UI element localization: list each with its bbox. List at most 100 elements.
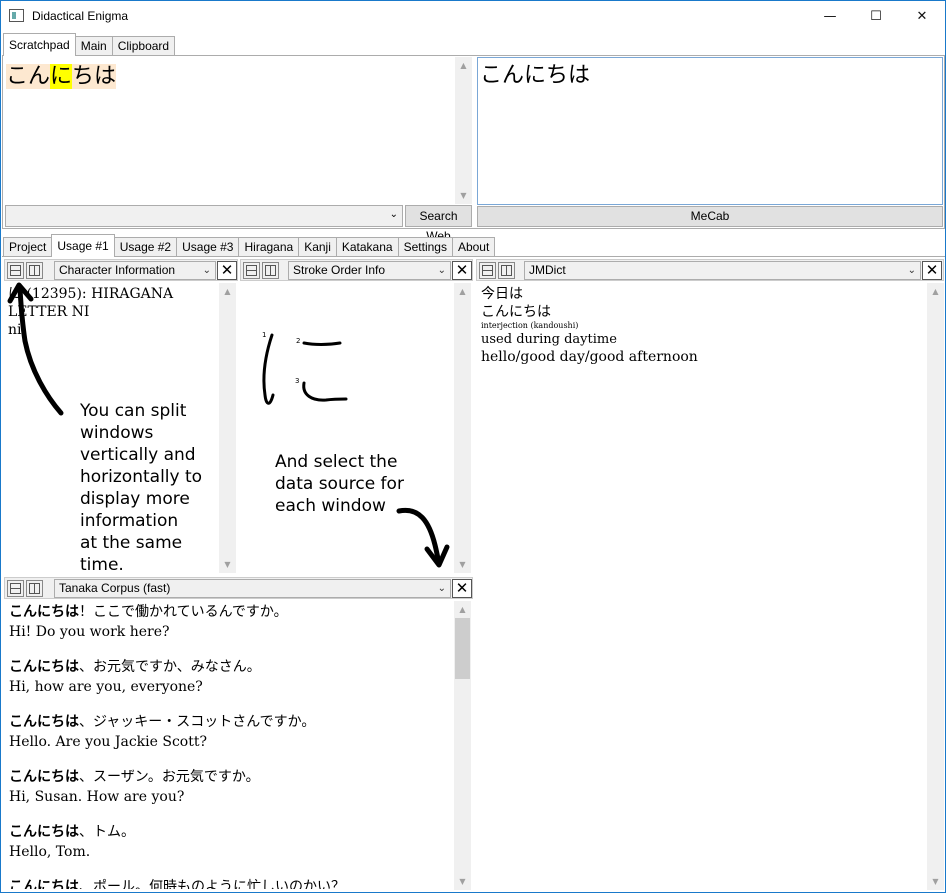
- split-horizontal-button[interactable]: [243, 262, 260, 279]
- tab-clipboard[interactable]: Clipboard: [111, 36, 176, 56]
- scroll-up-icon[interactable]: ▲: [927, 283, 944, 300]
- scroll-down-icon[interactable]: ▼: [454, 873, 471, 890]
- sentence-headword: こんにちは: [9, 879, 79, 889]
- app-window: Didactical Enigma — ☐ ✕ Scratchpad Main …: [0, 0, 946, 893]
- search-web-button[interactable]: Search Web: [405, 205, 472, 243]
- split-horizontal-button[interactable]: [7, 262, 24, 279]
- stroke-2: [302, 341, 342, 346]
- tab-usage-3[interactable]: Usage #3: [176, 237, 240, 257]
- scratchpad-text-before: こん: [6, 64, 51, 89]
- split-vertical-button[interactable]: [26, 580, 43, 597]
- split-horizontal-button[interactable]: [7, 580, 24, 597]
- tab-kanji[interactable]: Kanji: [298, 237, 337, 257]
- char-info-line: ni: [8, 322, 22, 338]
- jmdict-source-select[interactable]: JMDict ⌄: [524, 261, 921, 280]
- jmdict-scrollbar[interactable]: ▲ ▼: [927, 283, 944, 890]
- list-item: こんにちは、スーザン。お元気ですか。 Hi, Susan. How are yo…: [9, 768, 454, 823]
- jmdict-note: used during daytime: [481, 332, 617, 347]
- sentence-jp: 、トム。: [79, 824, 135, 840]
- stroke-order-toolbar: Stroke Order Info ⌄ ✕: [240, 259, 473, 281]
- char-info-source-select[interactable]: Character Information ⌄: [54, 261, 216, 280]
- sentence-en: Hello. Are you Jackie Scott?: [9, 734, 207, 750]
- tab-settings[interactable]: Settings: [397, 237, 453, 257]
- sentence-jp: ！ここで働かれているんですか。: [79, 604, 288, 620]
- close-window-button[interactable]: ✕: [899, 1, 945, 31]
- char-info-source: Character Information: [59, 263, 176, 277]
- char-info-line: LETTER NI: [8, 304, 90, 320]
- split-vertical-button[interactable]: [498, 262, 515, 279]
- stroke-number: 2: [296, 337, 300, 345]
- stroke-order-content: 1 2 3: [242, 283, 454, 573]
- chevron-down-icon: ⌄: [389, 209, 398, 220]
- close-pane-button[interactable]: ✕: [217, 261, 237, 280]
- minimize-icon: —: [823, 8, 837, 24]
- mecab-button[interactable]: MeCab: [477, 206, 943, 227]
- mecab-output[interactable]: こんにちは: [477, 57, 943, 205]
- tanaka-toolbar: Tanaka Corpus (fast) ⌄ ✕: [4, 577, 473, 599]
- stroke-3: [302, 381, 348, 402]
- tab-hiragana[interactable]: Hiragana: [238, 237, 300, 257]
- maximize-icon: ☐: [870, 8, 882, 24]
- list-item: こんにちは、ポール。何時ものように忙しいのかい？: [9, 878, 454, 889]
- mecab-button-label: MeCab: [690, 209, 730, 223]
- tab-usage-1[interactable]: Usage #1: [51, 234, 115, 257]
- stroke-order-scrollbar[interactable]: ▲ ▼: [454, 283, 471, 573]
- split-vertical-button[interactable]: [262, 262, 279, 279]
- jmdict-word: 今日は: [481, 286, 523, 302]
- sentence-en: Hello, Tom.: [9, 844, 91, 860]
- scroll-up-icon[interactable]: ▲: [454, 601, 471, 618]
- sentence-en: Hi, how are you, everyone?: [9, 679, 203, 695]
- annotation-line: time.: [80, 555, 124, 575]
- stroke-order-source-select[interactable]: Stroke Order Info ⌄: [288, 261, 451, 280]
- list-item: こんにちは、お元気ですか、みなさん。 Hi, how are you, ever…: [9, 658, 454, 713]
- sentence-headword: こんにちは: [9, 769, 79, 785]
- scroll-thumb[interactable]: [455, 618, 470, 679]
- scroll-down-icon[interactable]: ▼: [454, 556, 471, 573]
- tanaka-source-select[interactable]: Tanaka Corpus (fast) ⌄: [54, 579, 451, 598]
- scroll-down-icon[interactable]: ▼: [927, 873, 944, 890]
- annotation-line: horizontally to: [80, 467, 203, 487]
- chevron-down-icon: ⌄: [437, 265, 446, 276]
- close-icon: ✕: [220, 261, 234, 279]
- jmdict-reading: こんにちは: [481, 304, 551, 320]
- split-annotation: You can split windows vertically and hor…: [80, 400, 230, 576]
- stroke-number: 1: [262, 331, 266, 339]
- scratchpad-editor[interactable]: こんにちは: [4, 57, 454, 205]
- tab-katakana[interactable]: Katakana: [335, 237, 399, 257]
- close-pane-button[interactable]: ✕: [452, 261, 472, 280]
- scroll-up-icon[interactable]: ▲: [454, 283, 471, 300]
- annotation-line: windows: [80, 423, 154, 443]
- scroll-down-icon[interactable]: ▼: [455, 187, 472, 204]
- tanaka-scrollbar[interactable]: ▲ ▼: [454, 601, 471, 890]
- scroll-up-icon[interactable]: ▲: [455, 57, 472, 74]
- app-icon: [9, 9, 24, 22]
- sentence-jp: 、スーザン。お元気ですか。: [79, 769, 260, 785]
- scratchpad-panel: こんにちは ▲ ▼ ⌄ Search Web こんにちは MeCab: [2, 55, 945, 243]
- sentence-headword: こんにちは: [9, 604, 79, 620]
- tab-about[interactable]: About: [451, 237, 496, 257]
- annotation-line: display more: [80, 489, 190, 509]
- close-icon: ✕: [455, 579, 469, 597]
- tab-main[interactable]: Main: [74, 36, 113, 56]
- scratchpad-scrollbar[interactable]: ▲ ▼: [455, 57, 472, 204]
- annotation-line: data source for: [275, 474, 404, 494]
- split-horizontal-button[interactable]: [479, 262, 496, 279]
- chevron-down-icon: ⌄: [437, 583, 446, 594]
- tab-scratchpad[interactable]: Scratchpad: [3, 33, 76, 56]
- search-combo[interactable]: ⌄: [5, 205, 403, 227]
- close-pane-button[interactable]: ✕: [452, 579, 472, 598]
- sentence-en: Hi! Do you work here?: [9, 624, 170, 640]
- close-icon: ✕: [916, 8, 928, 24]
- minimize-button[interactable]: —: [807, 1, 853, 31]
- sentence-jp: 、ジャッキー・スコットさんですか。: [79, 714, 316, 730]
- tab-usage-2[interactable]: Usage #2: [113, 237, 178, 257]
- scroll-up-icon[interactable]: ▲: [219, 283, 236, 300]
- annotation-line: And select the: [275, 452, 398, 472]
- tab-project[interactable]: Project: [3, 237, 53, 257]
- maximize-button[interactable]: ☐: [853, 1, 899, 31]
- list-item: こんにちは、ジャッキー・スコットさんですか。 Hello. Are you Ja…: [9, 713, 454, 768]
- chevron-down-icon: ⌄: [202, 265, 211, 276]
- split-vertical-button[interactable]: [26, 262, 43, 279]
- window-title: Didactical Enigma: [32, 9, 129, 23]
- close-pane-button[interactable]: ✕: [922, 261, 942, 280]
